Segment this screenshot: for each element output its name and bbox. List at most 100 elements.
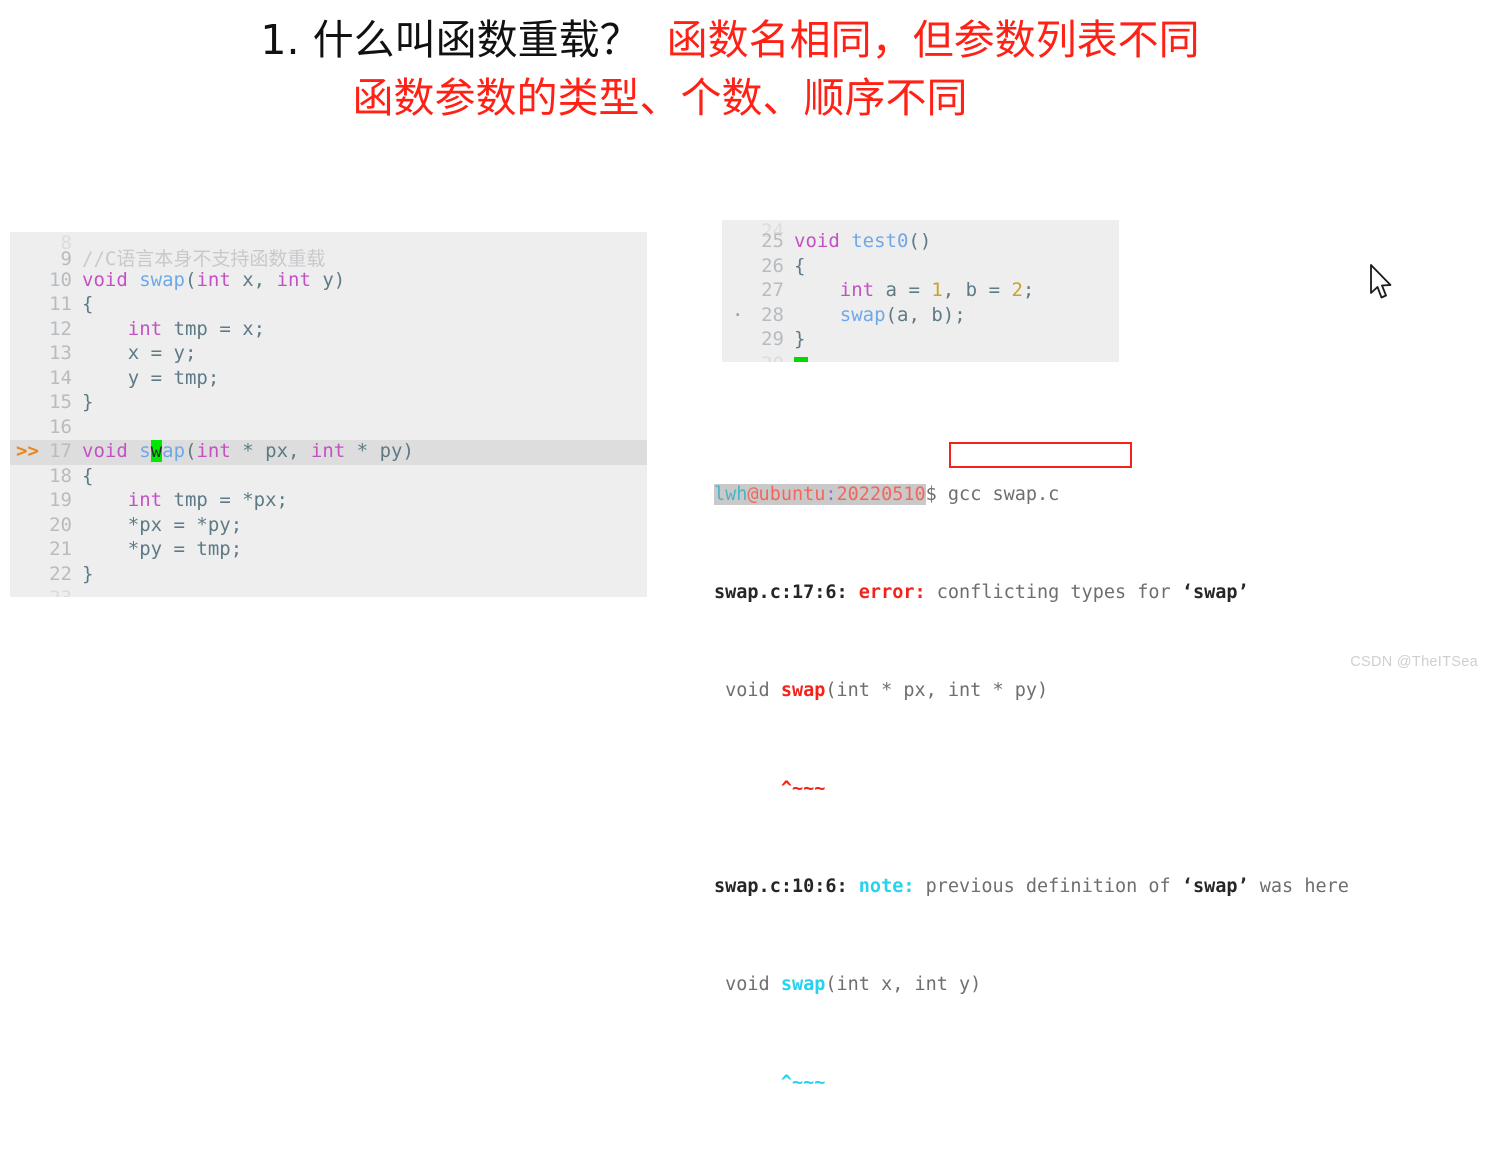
line-number: 18: [49, 464, 72, 487]
prompt-dollar: $: [925, 483, 937, 505]
line-number: 9: [60, 248, 72, 270]
terminal-error-line: swap.c:17:6: error: conflicting types fo…: [714, 581, 1474, 606]
code-text: }: [794, 328, 806, 350]
code-text: }: [82, 562, 94, 585]
terminal-note-caret-line: ^~~~: [714, 1071, 1474, 1096]
note-caret-marker: ^~~~: [714, 1071, 826, 1093]
code-line[interactable]: 11 {: [10, 293, 647, 318]
code-line[interactable]: 27 int a = 1, b = 2;: [722, 279, 1119, 304]
line-number: 12: [49, 317, 72, 340]
title-answer-text-1: 函数名相同，但参数列表不同: [666, 16, 1200, 64]
error-location: swap.c:17:6:: [714, 581, 848, 603]
code-line[interactable]: 19 int tmp = *px;: [10, 489, 647, 514]
code-line[interactable]: 14 y = tmp;: [10, 367, 647, 392]
code-line[interactable]: 10 void swap(int x, int y): [10, 269, 647, 294]
editor-cursor-block: [794, 353, 808, 362]
line-number: 23: [44, 587, 82, 597]
code-line[interactable]: 15}: [10, 391, 647, 416]
left-code-editor-panel[interactable]: 8 9 //C语言本身不支持函数重载 10 void swap(int x, int …: [10, 232, 647, 597]
line-number: 22: [49, 562, 72, 585]
code-text: {: [794, 254, 806, 277]
code-line[interactable]: 21 *py = tmp;: [10, 538, 647, 563]
code-line-cut-top: 24: [722, 220, 1119, 242]
line-number: 25: [761, 230, 784, 252]
line-number: 19: [49, 489, 72, 511]
terminal-prompt-line: lwh@ubuntu:20220510$ gcc swap.c: [714, 483, 1474, 508]
slide-title-block: 1. 什么叫函数重载？ 函数名相同，但参数列表不同 函数参数的类型、个数、顺序不同: [0, 14, 1490, 125]
code-text: {: [82, 293, 94, 315]
terminal-error-code-line: void swap(int * px, int * py): [714, 679, 1474, 704]
prompt-host: @ubuntu: [747, 483, 826, 505]
note-code-function: swap: [780, 973, 826, 995]
code-line[interactable]: 16: [10, 416, 647, 441]
code-text: int tmp = *px;: [127, 489, 288, 511]
code-text: void test0(): [794, 230, 932, 252]
line-number: 15: [49, 391, 72, 413]
code-text: void swap(int * px, int * py): [82, 440, 414, 462]
error-for: for: [1126, 581, 1182, 603]
error-caret-marker: ^~~~: [714, 777, 826, 799]
code-line[interactable]: 18 {: [10, 465, 647, 490]
note-location: swap.c:10:6:: [714, 875, 848, 897]
code-text: swap(a, b);: [839, 303, 966, 326]
title-question-text: 1. 什么叫函数重载？: [260, 16, 641, 64]
mouse-pointer-icon: [1370, 264, 1392, 299]
line-number: 11: [49, 293, 72, 315]
right-code-lines: 25 void test0() 26{27 int a = 1, b = 2; · 28…: [722, 230, 1119, 353]
terminal-note-code-line: void swap(int x, int y): [714, 973, 1474, 998]
error-symbol: ‘swap’: [1181, 581, 1249, 603]
line-number: 17: [49, 440, 72, 462]
code-line[interactable]: 20 *px = *py;: [10, 514, 647, 539]
line-number: 30: [756, 353, 794, 363]
line-number: 29: [761, 328, 784, 350]
gutter-marker: ·: [732, 303, 744, 326]
note-message: previous definition of: [914, 875, 1182, 897]
line-number: 14: [49, 366, 72, 389]
line-number: 21: [49, 538, 72, 560]
line-number: 13: [49, 342, 72, 364]
prompt-path: 20220510: [836, 483, 926, 505]
note-symbol: ‘swap’: [1181, 875, 1249, 897]
code-line[interactable]: 13 x = y;: [10, 342, 647, 367]
code-line-cut-bottom: 23: [10, 587, 647, 597]
code-line-cut-bottom: 30: [722, 353, 1119, 363]
terminal-output[interactable]: lwh@ubuntu:20220510$ gcc swap.c swap.c:1…: [714, 409, 1474, 1169]
code-text: x = y;: [127, 342, 197, 364]
error-label: error:: [858, 581, 926, 603]
line-number: 27: [761, 279, 784, 301]
error-message: conflicting types: [936, 581, 1127, 603]
terminal-error-caret-line: ^~~~: [714, 777, 1474, 802]
line-number: 16: [49, 415, 72, 438]
code-line[interactable]: 12 int tmp = x;: [10, 318, 647, 343]
code-text: y = tmp;: [127, 366, 220, 389]
line-number: 20: [49, 513, 72, 536]
code-text: *px = *py;: [82, 513, 243, 536]
code-text: int tmp = x;: [127, 317, 266, 340]
code-text: int a = 1, b = 2;: [839, 279, 1035, 301]
code-line[interactable]: 9 //C语言本身不支持函数重载: [10, 244, 647, 270]
error-code-params: (int * px, int * py): [825, 679, 1049, 701]
code-line-cut-top: 8: [10, 232, 647, 254]
code-text: //C语言本身不支持函数重载: [82, 248, 326, 270]
code-line[interactable]: · 28 swap(a, b);: [722, 304, 1119, 329]
title-line-1: 1. 什么叫函数重载？ 函数名相同，但参数列表不同: [0, 14, 1490, 66]
code-line[interactable]: 26 {: [722, 255, 1119, 280]
code-line[interactable]: 25 void test0(): [722, 230, 1119, 255]
left-code-lines: 9 //C语言本身不支持函数重载 10 void swap(int x, int y)…: [10, 244, 647, 587]
title-line-2: 函数参数的类型、个数、顺序不同: [0, 72, 1490, 124]
code-text: }: [82, 391, 94, 413]
note-label: note:: [858, 875, 915, 897]
code-line[interactable]: 22}: [10, 563, 647, 588]
line-number: 28: [761, 303, 784, 326]
terminal-note-line: swap.c:10:6: note: previous definition o…: [714, 875, 1474, 900]
line-number: 26: [761, 254, 784, 277]
right-code-editor-panel[interactable]: 24 25 void test0() 26 {27 int a = 1, b = 2;…: [722, 220, 1119, 362]
prompt-user: lwh: [714, 483, 748, 505]
code-line[interactable]: 29}: [722, 328, 1119, 353]
gutter-marker: >>: [16, 440, 39, 462]
code-line[interactable]: >> 17 void swap(int * px, int * py): [10, 440, 647, 465]
error-code-prefix: void: [714, 679, 781, 701]
code-text: *py = tmp;: [82, 538, 243, 560]
csdn-watermark: CSDN @TheITSea: [1350, 654, 1478, 670]
line-number: 10: [49, 268, 72, 291]
